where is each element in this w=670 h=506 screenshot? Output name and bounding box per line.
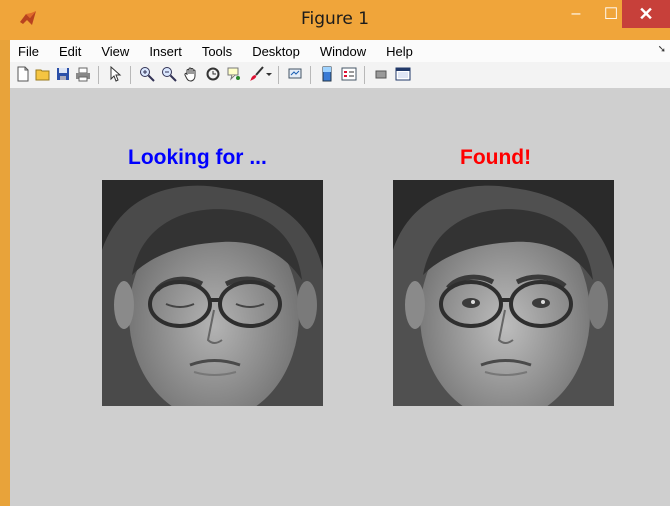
- menu-overflow-icon[interactable]: ➘: [658, 44, 666, 55]
- new-figure-icon[interactable]: [14, 65, 32, 83]
- brush-dropdown-icon[interactable]: [264, 65, 274, 83]
- menu-view[interactable]: View: [93, 44, 141, 59]
- zoom-in-icon[interactable]: [138, 65, 156, 83]
- menu-window[interactable]: Window: [312, 44, 378, 59]
- zoom-out-icon[interactable]: [160, 65, 178, 83]
- figure-canvas: Looking for ... Found!: [10, 89, 670, 506]
- query-face-image: [102, 180, 323, 406]
- found-face-image: [393, 180, 614, 406]
- data-cursor-icon[interactable]: [226, 65, 244, 83]
- hide-plot-tools-icon[interactable]: [372, 65, 390, 83]
- matlab-figure-window: Figure 1 ‒ ☐ ✕ File Edit View Insert Too…: [0, 0, 670, 506]
- menu-edit[interactable]: Edit: [51, 44, 93, 59]
- toolbar-separator: [98, 66, 99, 84]
- show-plot-tools-icon[interactable]: [394, 65, 412, 83]
- menu-bar: File Edit View Insert Tools Desktop Wind…: [10, 40, 670, 62]
- toolbar-separator: [364, 66, 365, 84]
- figure-toolbar: [10, 62, 670, 89]
- pan-hand-icon[interactable]: [182, 65, 200, 83]
- right-axes-title: Found!: [460, 146, 532, 169]
- link-plot-icon[interactable]: [286, 65, 304, 83]
- menu-file[interactable]: File: [10, 44, 51, 59]
- edit-plot-arrow-icon[interactable]: [106, 65, 124, 83]
- left-axes-title: Looking for ...: [128, 146, 267, 169]
- insert-colorbar-icon[interactable]: [318, 65, 336, 83]
- toolbar-separator: [310, 66, 311, 84]
- toolbar-separator: [278, 66, 279, 84]
- rotate-3d-icon[interactable]: [204, 65, 222, 83]
- print-icon[interactable]: [74, 65, 92, 83]
- toolbar-separator: [130, 66, 131, 84]
- figure-client-area: File Edit View Insert Tools Desktop Wind…: [10, 40, 670, 506]
- menu-help[interactable]: Help: [378, 44, 425, 59]
- open-file-icon[interactable]: [34, 65, 52, 83]
- menu-insert[interactable]: Insert: [141, 44, 194, 59]
- minimize-button[interactable]: ‒: [559, 0, 593, 28]
- close-button[interactable]: ✕: [622, 0, 670, 28]
- insert-legend-icon[interactable]: [340, 65, 358, 83]
- save-icon[interactable]: [54, 65, 72, 83]
- title-bar[interactable]: Figure 1 ‒ ☐ ✕: [0, 0, 670, 40]
- menu-tools[interactable]: Tools: [194, 44, 244, 59]
- menu-desktop[interactable]: Desktop: [244, 44, 312, 59]
